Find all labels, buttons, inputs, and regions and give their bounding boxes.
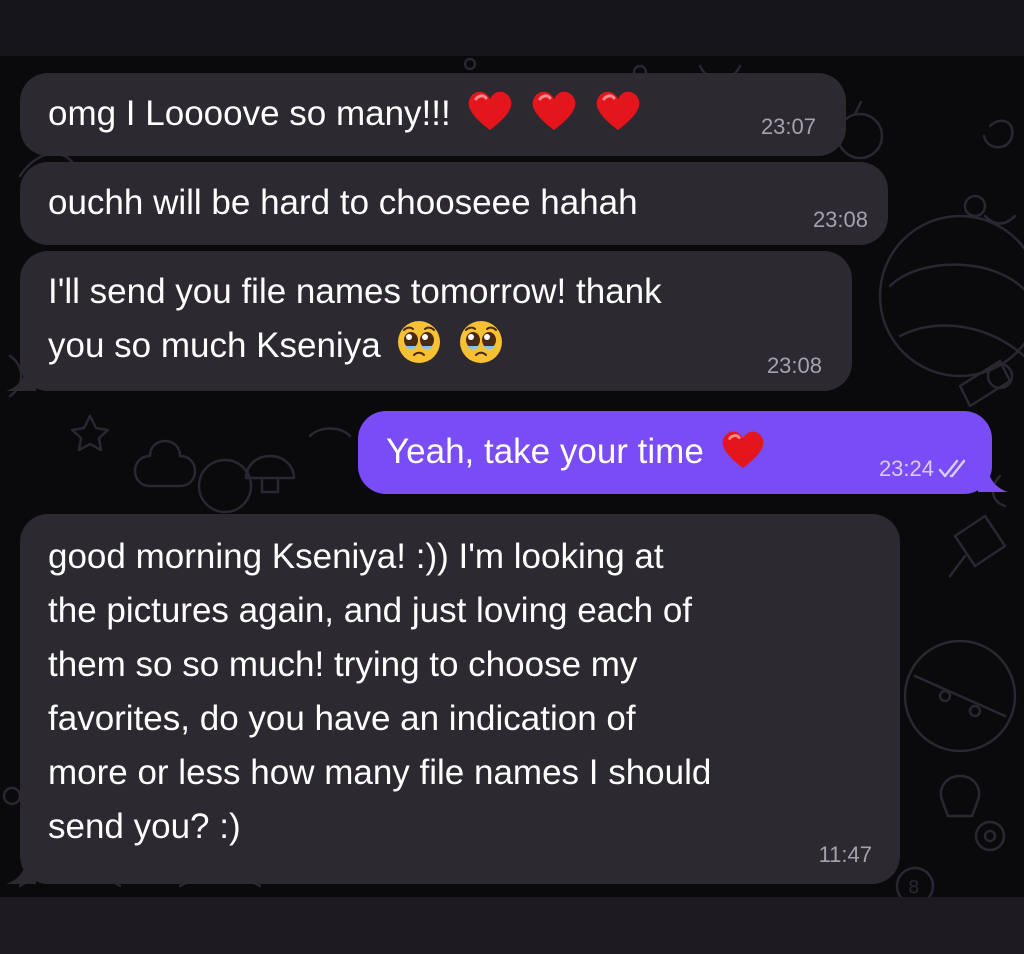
message-text-line: I'll send you file names tomorrow! thank (48, 272, 662, 311)
message-text-line: send you? :) (48, 807, 241, 846)
message-text-line: more or less how many file names I shoul… (48, 753, 712, 792)
message-text-line: you so much Kseniya (48, 326, 381, 365)
message-text: Yeah, take your time (386, 432, 704, 471)
bubble-tail (6, 862, 36, 884)
pleading-face-icon (390, 321, 452, 365)
message-bubble-incoming[interactable]: I'll send you file names tomorrow! thank… (20, 251, 852, 391)
bubble-tail (978, 470, 1008, 492)
message-list[interactable]: 8 omg I Loooove so many!!! 23:07 ouchh w… (0, 56, 1024, 897)
red-heart-icon (460, 91, 524, 133)
message-bubble-incoming[interactable]: ouchh will be hard to chooseee hahah 23:… (20, 162, 888, 245)
chat-screen: 8 omg I Loooove so many!!! 23:07 ouchh w… (0, 0, 1024, 954)
message-text: omg I Loooove so many!!! (48, 94, 451, 133)
message-text-line: the pictures again, and just loving each… (48, 591, 693, 630)
message-time: 23:07 (760, 114, 816, 139)
message-time: 23:24 (878, 456, 934, 481)
message-text-line: good morning Kseniya! :)) I'm looking at (48, 537, 664, 576)
top-bar (0, 0, 1024, 56)
red-heart-icon (524, 91, 588, 133)
message-bubble-incoming[interactable]: good morning Kseniya! :)) I'm looking at… (20, 514, 900, 884)
message-text-line: them so so much! trying to choose my (48, 645, 638, 684)
message-text-line: favorites, do you have an indication of (48, 699, 636, 738)
message-time: 23:08 (766, 353, 822, 378)
message-time: 11:47 (818, 842, 872, 867)
message-bubble-outgoing[interactable]: Yeah, take your time 23:24 (358, 411, 992, 494)
message-text: ouchh will be hard to chooseee hahah (48, 183, 638, 222)
red-heart-icon (588, 91, 642, 133)
pleading-face-icon (452, 321, 504, 365)
svg-text:8: 8 (908, 877, 919, 897)
bubble-tail (6, 369, 36, 391)
bottom-bar (0, 897, 1024, 954)
message-time: 23:08 (812, 207, 868, 232)
message-bubble-incoming[interactable]: omg I Loooove so many!!! 23:07 (20, 73, 846, 156)
red-heart-icon (714, 431, 766, 471)
